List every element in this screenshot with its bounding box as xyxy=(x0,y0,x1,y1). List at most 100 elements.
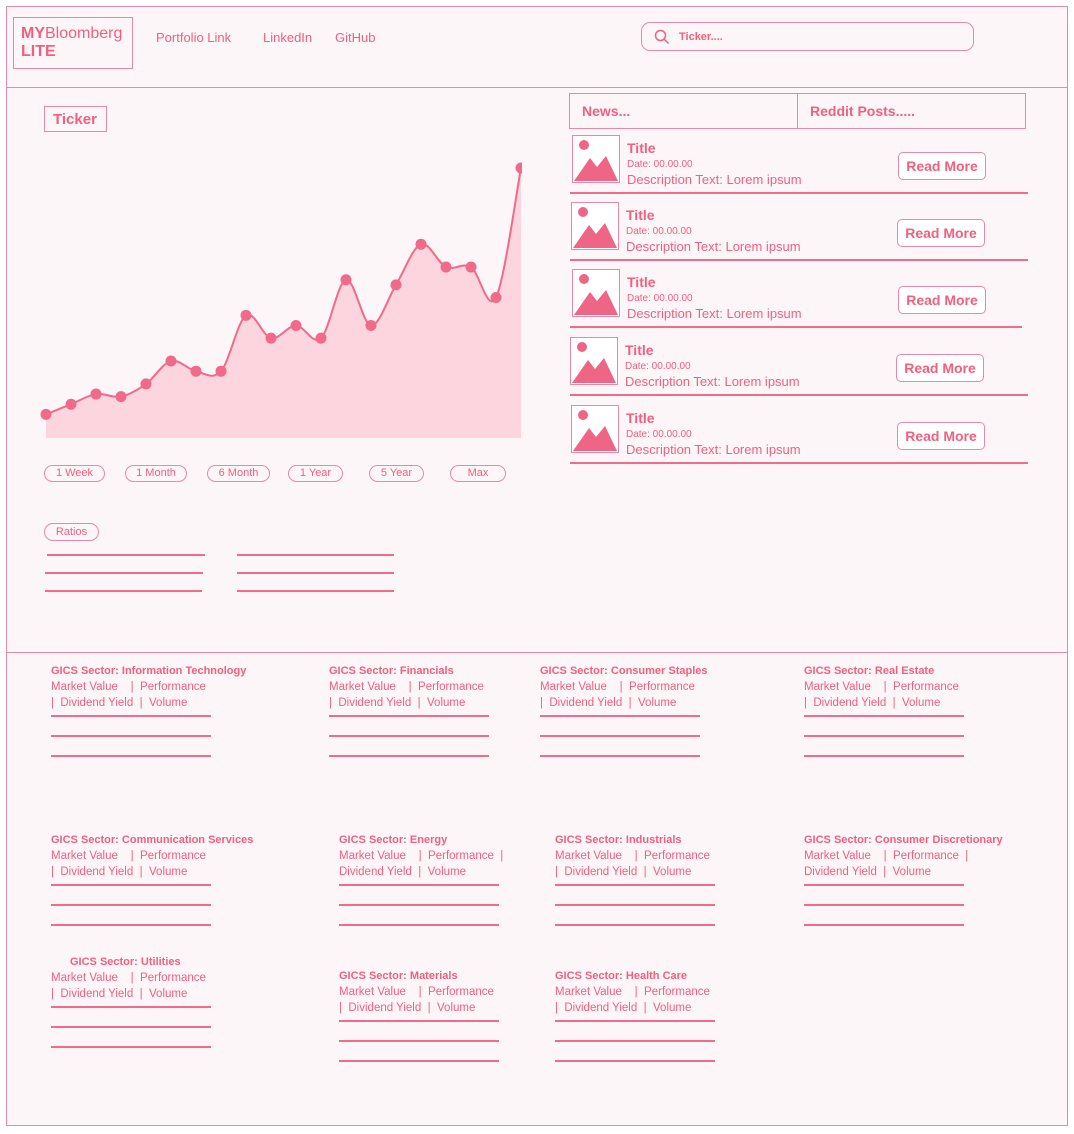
sector-metrics: Market Value | Performance | Dividend Yie… xyxy=(540,679,770,711)
app-logo[interactable]: MYBloomberg LITE xyxy=(13,17,133,69)
sector-title[interactable]: GICS Sector: Industrials xyxy=(555,834,785,846)
sector-metrics-line: | Dividend Yield | Volume xyxy=(51,866,188,878)
sector-title[interactable]: GICS Sector: Communication Services xyxy=(51,834,281,846)
sector-card: GICS Sector: Industrials Market Value | P… xyxy=(555,834,785,926)
ratios-button[interactable]: Ratios xyxy=(44,523,99,541)
nav-portfolio-link[interactable]: Portfolio Link xyxy=(156,30,231,45)
news-title[interactable]: Title xyxy=(627,274,656,290)
sector-metrics-line: Market Value | Performance | xyxy=(339,850,504,862)
sector-line xyxy=(555,1020,715,1022)
news-title[interactable]: Title xyxy=(626,410,655,426)
sector-title[interactable]: GICS Sector: Financials xyxy=(329,665,559,677)
sector-line xyxy=(51,904,211,906)
sector-metrics-line: | Dividend Yield | Volume xyxy=(339,1002,476,1014)
read-more-button[interactable]: Read More xyxy=(896,354,984,382)
tab-reddit-posts[interactable]: Reddit Posts..... xyxy=(798,94,915,128)
read-more-button[interactable]: Read More xyxy=(897,219,985,247)
sector-line xyxy=(51,1006,211,1008)
nav-github[interactable]: GitHub xyxy=(335,30,375,45)
sector-title[interactable]: GICS Sector: Energy xyxy=(339,834,569,846)
sector-line xyxy=(339,884,499,886)
sector-metrics: Market Value | Performance | Dividend Yie… xyxy=(339,984,569,1016)
tab-news[interactable]: News... xyxy=(570,94,798,128)
sector-metrics-line: | Dividend Yield | Volume xyxy=(51,988,188,1000)
sector-line xyxy=(555,884,715,886)
range-button[interactable]: 1 Year xyxy=(288,465,343,482)
sector-card: GICS Sector: Consumer Staples Market Valu… xyxy=(540,665,770,757)
sector-metrics-line: | Dividend Yield | Volume xyxy=(555,1002,692,1014)
sector-title[interactable]: GICS Sector: Consumer Staples xyxy=(540,665,770,677)
news-divider xyxy=(570,326,1022,328)
range-button[interactable]: 6 Month xyxy=(207,465,270,482)
sector-metrics-line: | Dividend Yield | Volume xyxy=(51,697,188,709)
news-description: Description Text: Lorem ipsum xyxy=(625,374,800,389)
news-date: Date: 00.00.00 xyxy=(627,159,693,170)
news-divider xyxy=(570,394,1028,396)
sector-metrics: Market Value | Performance | Dividend Yie… xyxy=(51,970,281,1002)
image-placeholder-icon xyxy=(572,135,620,183)
news-title[interactable]: Title xyxy=(625,342,654,358)
news-description: Description Text: Lorem ipsum xyxy=(627,306,802,321)
ratio-line xyxy=(47,554,205,556)
sector-line xyxy=(51,924,211,926)
read-more-button[interactable]: Read More xyxy=(897,422,985,450)
image-placeholder-icon xyxy=(572,269,620,317)
read-more-button[interactable]: Read More xyxy=(898,286,986,314)
sector-line xyxy=(339,1040,499,1042)
news-item: Title Date: 00.00.00 Description Text: Lor… xyxy=(0,202,1074,262)
sector-title[interactable]: GICS Sector: Utilities xyxy=(51,956,281,968)
range-button[interactable]: 1 Month xyxy=(125,465,187,482)
news-title[interactable]: Title xyxy=(626,207,655,223)
sector-metrics-line: Dividend Yield | Volume xyxy=(804,866,932,878)
news-description: Description Text: Lorem ipsum xyxy=(627,172,802,187)
sector-line xyxy=(804,904,964,906)
sector-metrics-line: Market Value | Performance xyxy=(555,850,710,862)
sector-title[interactable]: GICS Sector: Materials xyxy=(339,970,569,982)
sector-card: GICS Sector: Real Estate Market Value | P… xyxy=(804,665,1034,757)
image-placeholder-icon xyxy=(571,202,619,250)
read-more-button[interactable]: Read More xyxy=(898,152,986,180)
sector-line xyxy=(540,715,700,717)
sector-metrics-line: Market Value | Performance xyxy=(51,972,206,984)
news-title[interactable]: Title xyxy=(627,140,656,156)
nav-linkedin[interactable]: LinkedIn xyxy=(263,30,312,45)
search-bar[interactable] xyxy=(641,22,974,51)
ratio-line xyxy=(237,554,394,556)
sector-line xyxy=(329,755,489,757)
news-tabs: News... Reddit Posts..... xyxy=(569,93,1026,129)
sector-line xyxy=(329,715,489,717)
range-button[interactable]: 1 Week xyxy=(44,465,105,482)
logo-name: Bloomberg xyxy=(45,25,123,42)
sector-title[interactable]: GICS Sector: Consumer Discretionary xyxy=(804,834,1034,846)
sector-card: GICS Sector: Materials Market Value | Per… xyxy=(339,970,569,1062)
sector-line xyxy=(51,884,211,886)
sector-card: GICS Sector: Consumer Discretionary Marke… xyxy=(804,834,1034,926)
ratio-line xyxy=(237,590,394,592)
sector-title[interactable]: GICS Sector: Real Estate xyxy=(804,665,1034,677)
sector-divider xyxy=(6,652,1068,653)
sector-card: GICS Sector: Information Technology Marke… xyxy=(51,665,281,757)
range-button[interactable]: 5 Year xyxy=(369,465,424,482)
range-button[interactable]: Max xyxy=(450,465,506,482)
sector-metrics: Market Value | Performance | Dividend Yie… xyxy=(329,679,559,711)
search-input[interactable] xyxy=(677,29,931,44)
sector-line xyxy=(804,755,964,757)
search-icon xyxy=(654,29,670,44)
sector-metrics-line: | Dividend Yield | Volume xyxy=(555,866,692,878)
sector-title[interactable]: GICS Sector: Information Technology xyxy=(51,665,281,677)
sector-line xyxy=(555,1040,715,1042)
news-date: Date: 00.00.00 xyxy=(626,429,692,440)
sector-line xyxy=(540,755,700,757)
sector-metrics-line: Market Value | Performance xyxy=(329,681,484,693)
sector-metrics: Market Value | Performance | Dividend Yie… xyxy=(555,984,785,1016)
sector-line xyxy=(51,1046,211,1048)
sector-card: GICS Sector: Communication Services Marke… xyxy=(51,834,281,926)
sector-line xyxy=(804,924,964,926)
sector-title[interactable]: GICS Sector: Health Care xyxy=(555,970,785,982)
news-description: Description Text: Lorem ipsum xyxy=(626,239,801,254)
sector-line xyxy=(329,735,489,737)
ratio-line xyxy=(45,572,203,574)
image-placeholder-icon xyxy=(571,405,619,453)
sector-metrics: Market Value | Performance | Dividend Yie… xyxy=(339,848,569,880)
header-divider xyxy=(6,87,1068,88)
